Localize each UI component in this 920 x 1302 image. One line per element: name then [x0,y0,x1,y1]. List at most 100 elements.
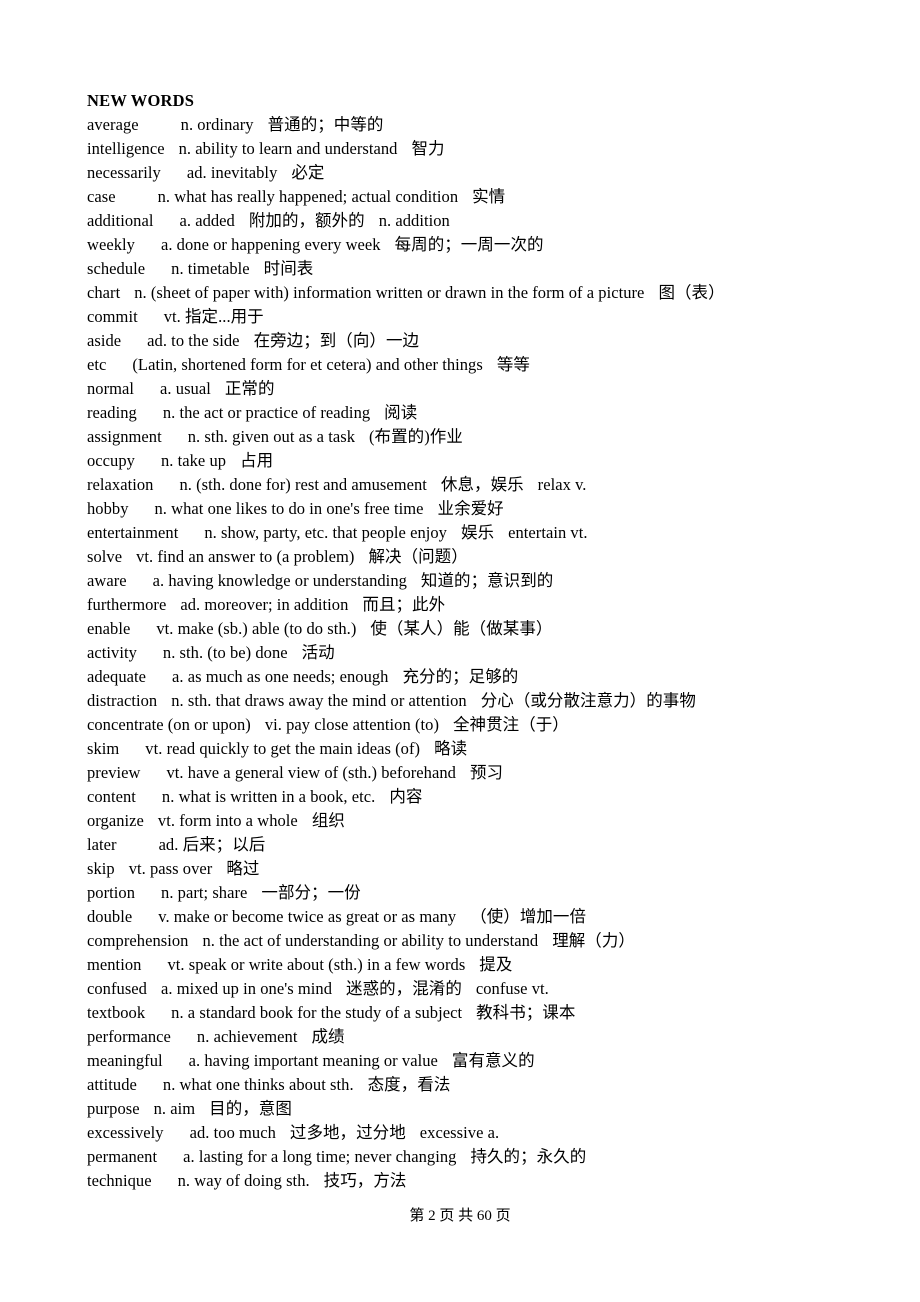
entry-word: reading [87,403,137,422]
entry-definition: n. ability to learn and understand [178,139,398,158]
entry-word: mention [87,955,142,974]
entry-related-form: n. addition [378,211,450,230]
vocabulary-entry: later ad. 后来；以后 [87,833,877,857]
entry-definition: a. usual [160,379,211,398]
entry-chinese-gloss: 图（表） [658,283,725,302]
vocabulary-entry: attitude n. what one thinks about sth. 态度，… [87,1073,877,1097]
vocabulary-entry: enable vt. make (sb.) able (to do sth.) 使（… [87,617,877,641]
document-body: NEW WORDS average n. ordinary 普通的；中等的 intel… [87,89,877,1193]
entry-related-form: confuse vt. [475,979,549,998]
entry-definition: a. as much as one needs; enough [172,667,389,686]
vocabulary-entry: skim vt. read quickly to get the main ide… [87,737,877,761]
entry-word: concentrate (on or upon) [87,715,251,734]
entry-word: textbook [87,1003,146,1022]
entry-definition: n. sth. that draws away the mind or atte… [171,691,467,710]
entry-chinese-gloss: 等等 [496,355,530,374]
entry-definition: vt. read quickly to get the main ideas (… [145,739,421,758]
entry-word: meaningful [87,1051,163,1070]
entry-word: distraction [87,691,158,710]
entry-chinese-gloss: 教科书；课本 [476,1003,576,1022]
entry-word: intelligence [87,139,165,158]
entry-definition: n. aim [153,1099,196,1118]
vocabulary-entry: confused a. mixed up in one's mind 迷惑的，混淆的… [87,977,877,1001]
entry-chinese-gloss: 实情 [472,187,506,206]
entry-chinese-gloss: 必定 [291,163,325,182]
vocabulary-entry: commit vt. 指定...用于 [87,305,877,329]
entry-word: aware [87,571,127,590]
document-page: NEW WORDS average n. ordinary 普通的；中等的 intel… [0,0,920,1302]
entry-chinese-gloss: 附加的，额外的 [248,211,365,230]
page-title: NEW WORDS [87,91,195,110]
entry-chinese-gloss: 娱乐 [460,523,495,542]
entry-word: entertainment [87,523,179,542]
entry-chinese-gloss: 智力 [411,139,445,158]
entry-chinese-gloss: 富有意义的 [451,1051,535,1070]
entry-word: comprehension [87,931,189,950]
vocabulary-entry: case n. what has really happened; actual … [87,185,877,209]
entry-chinese-gloss: 态度，看法 [367,1075,451,1094]
vocabulary-entry: distraction n. sth. that draws away the m… [87,689,877,713]
vocabulary-entry: intelligence n. ability to learn and unde… [87,137,877,161]
vocabulary-list: average n. ordinary 普通的；中等的 intelligence n. … [87,113,877,1193]
entry-word: hobby [87,499,129,518]
entry-chinese-gloss: (布置的)作业 [369,427,463,446]
entry-word: occupy [87,451,135,470]
entry-word: technique [87,1171,152,1190]
vocabulary-entry: hobby n. what one likes to do in one's fr… [87,497,877,521]
vocabulary-entry: textbook n. a standard book for the study… [87,1001,877,1025]
entry-chinese-gloss: 充分的；足够的 [402,667,519,686]
vocabulary-entry: organize vt. form into a whole 组织 [87,809,877,833]
entry-chinese-gloss: 分心（或分散注意力）的事物 [480,691,696,710]
entry-word: purpose [87,1099,140,1118]
vocabulary-entry: purpose n. aim 目的，意图 [87,1097,877,1121]
entry-chinese-gloss: （使）增加一倍 [470,907,587,926]
vocabulary-entry: additional a. added 附加的，额外的 n. addition [87,209,877,233]
entry-word: enable [87,619,131,638]
entry-chinese-gloss: 预习 [469,763,504,782]
entry-word: weekly [87,235,135,254]
vocabulary-entry: activity n. sth. (to be) done 活动 [87,641,877,665]
entry-word: portion [87,883,136,902]
vocabulary-entry: normal a. usual 正常的 [87,377,877,401]
entry-word: average [87,115,139,134]
entry-definition: ad. too much [189,1123,276,1142]
entry-word: content [87,787,136,806]
entry-definition: n. what is written in a book, etc. [161,787,376,806]
entry-definition: n. what has really happened; actual cond… [157,187,459,206]
vocabulary-entry: aware a. having knowledge or understandin… [87,569,877,593]
vocabulary-entry: content n. what is written in a book, etc… [87,785,877,809]
entry-chinese-gloss: 持久的；永久的 [470,1147,587,1166]
entry-chinese-gloss: 阅读 [384,403,418,422]
entry-chinese-gloss: 知道的；意识到的 [420,571,554,590]
entry-definition: n. a standard book for the study of a su… [171,1003,463,1022]
entry-chinese-gloss: 活动 [301,643,335,662]
entry-definition: n. part; share [161,883,248,902]
entry-word: chart [87,283,121,302]
vocabulary-entry: necessarily ad. inevitably 必定 [87,161,877,185]
entry-related-form: relax v. [537,475,587,494]
entry-definition: n. sth. given out as a task [187,427,355,446]
entry-chinese-gloss: 时间表 [263,259,314,278]
entry-word: adequate [87,667,147,686]
entry-definition: a. added [179,211,235,230]
entry-related-form: entertain vt. [508,523,588,542]
vocabulary-entry: weekly a. done or happening every week 每周的… [87,233,877,257]
entry-word: skim [87,739,120,758]
entry-word: commit [87,307,138,326]
entry-chinese-gloss: 占用 [240,451,274,470]
entry-definition: vt. pass over [128,859,213,878]
entry-word: attitude [87,1075,137,1094]
entry-word: necessarily [87,163,161,182]
entry-definition: vi. pay close attention (to) [264,715,439,734]
entry-definition: a. lasting for a long time; never changi… [183,1147,457,1166]
entry-chinese-gloss: 过多地，过分地 [289,1123,406,1142]
vocabulary-entry: excessively ad. too much 过多地，过分地 excessive … [87,1121,877,1145]
entry-definition: vt. have a general view of (sth.) before… [166,763,456,782]
vocabulary-entry: reading n. the act or practice of reading… [87,401,877,425]
vocabulary-entry: meaningful a. having important meaning or… [87,1049,877,1073]
entry-definition: ad. 后来；以后 [158,835,266,854]
entry-definition: vt. make (sb.) able (to do sth.) [156,619,357,638]
entry-word: skip [87,859,115,878]
vocabulary-entry: schedule n. timetable 时间表 [87,257,877,281]
vocabulary-entry: preview vt. have a general view of (sth.)… [87,761,877,785]
